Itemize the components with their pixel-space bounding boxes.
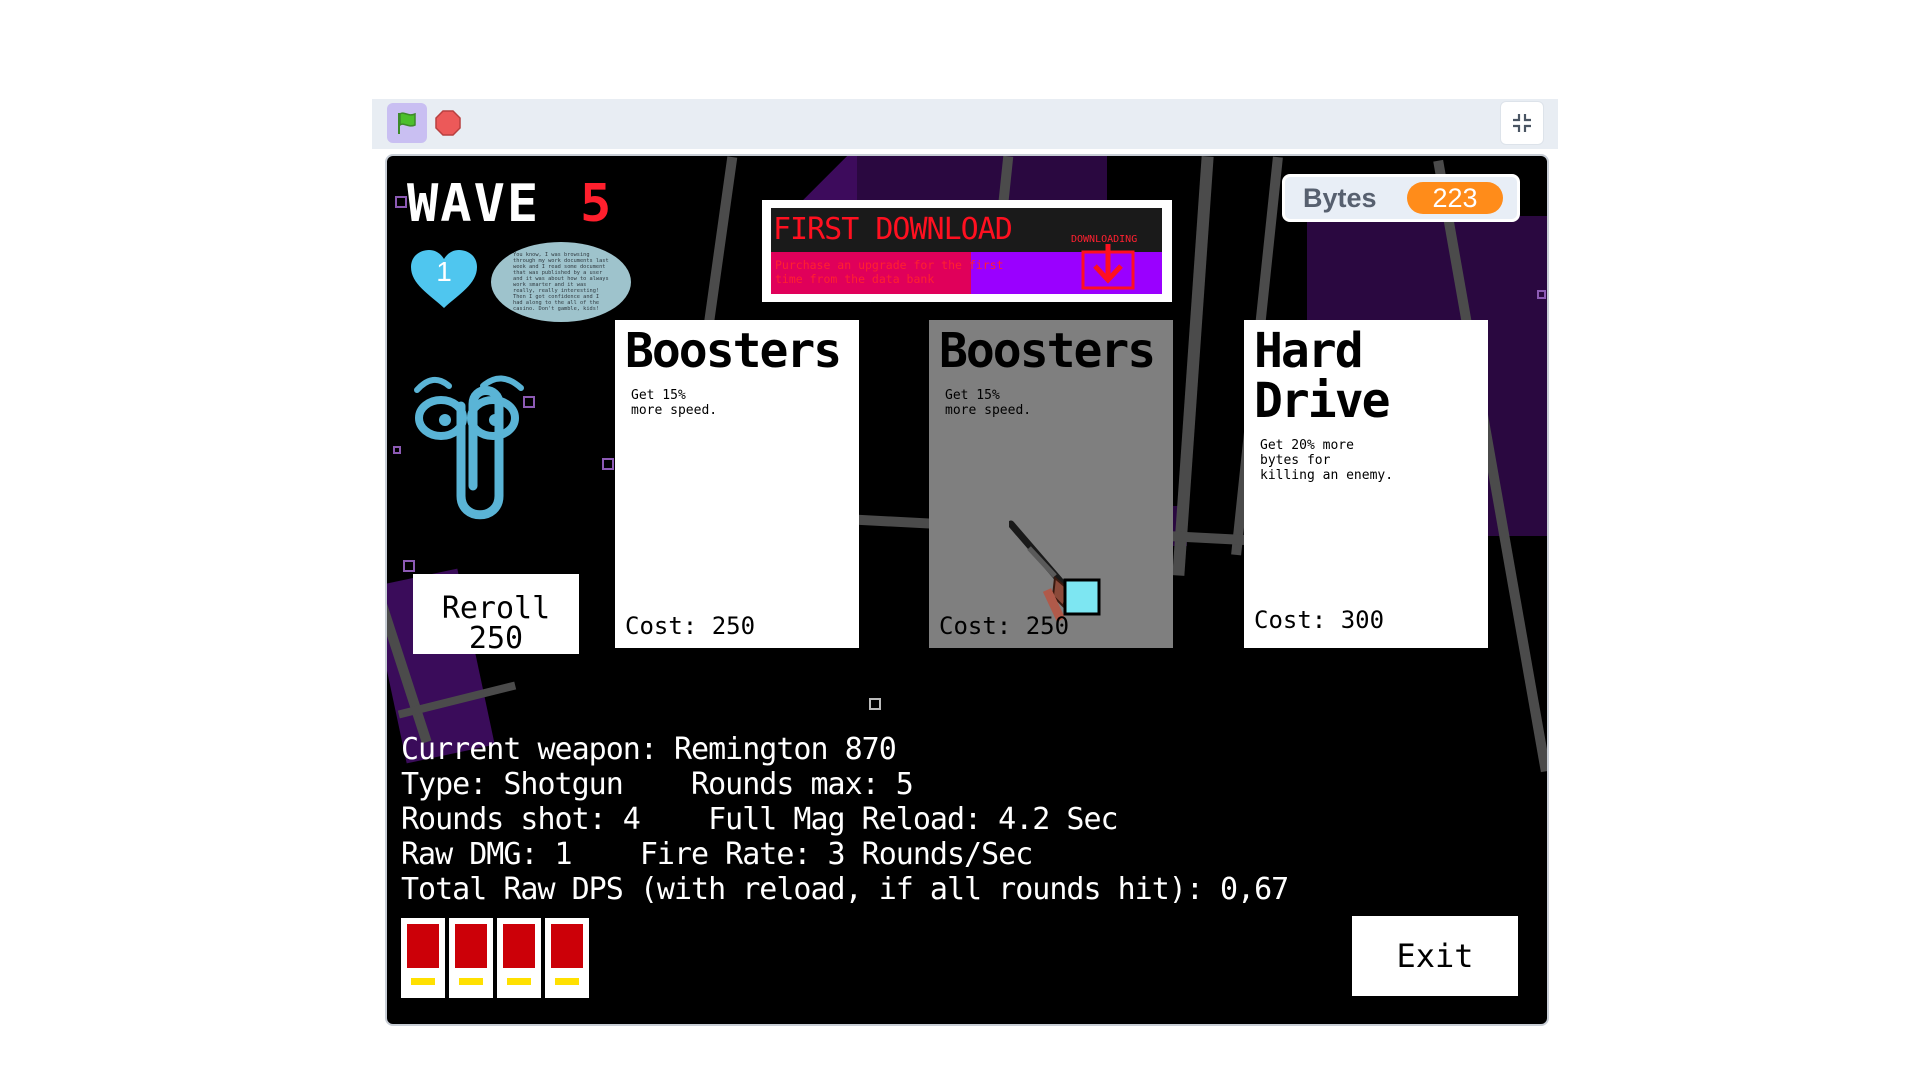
card-title: Boosters xyxy=(625,323,842,379)
reroll-cost: 250 xyxy=(468,621,524,654)
card-description: Get 15% more speed. xyxy=(631,388,718,418)
stat-line-dps: Total Raw DPS (with reload, if all round… xyxy=(401,872,1289,907)
bytes-counter: Bytes 223 xyxy=(1282,174,1520,222)
reroll-button[interactable]: Reroll 250 xyxy=(413,574,579,654)
exit-fullscreen-button[interactable] xyxy=(1500,101,1544,145)
ammo-shell xyxy=(497,918,541,998)
stage-toolbar xyxy=(372,99,1558,149)
banner-title: FIRST DOWNLOAD xyxy=(773,212,1013,247)
stat-line-rounds: Rounds shot: 4 Full Mag Reload: 4.2 Sec xyxy=(401,802,1119,837)
particle xyxy=(403,560,415,572)
particle xyxy=(869,698,881,710)
green-flag-icon xyxy=(398,112,416,134)
exit-fullscreen-icon xyxy=(1513,114,1531,132)
particle xyxy=(1537,290,1546,299)
card-description: Get 15% more speed. xyxy=(945,388,1032,418)
card-cost: Cost: 250 xyxy=(625,612,756,640)
particle xyxy=(395,196,407,208)
wave-label: WAVE xyxy=(407,174,541,234)
card-title: Boosters xyxy=(939,323,1156,379)
reroll-label: Reroll xyxy=(441,591,551,626)
stat-line-type: Type: Shotgun Rounds max: 5 xyxy=(401,767,914,802)
background-bar xyxy=(1172,156,1214,576)
game-stage[interactable]: WAVE 5 1 You know, I was browsing throug… xyxy=(385,154,1549,1026)
weapon-stats: Current weapon: Remington 870 Type: Shotg… xyxy=(401,732,1289,907)
exit-button[interactable]: Exit xyxy=(1352,916,1518,996)
wave-number: 5 xyxy=(580,174,612,234)
speech-bubble: You know, I was browsing through my work… xyxy=(491,242,631,322)
download-arrow-icon xyxy=(1081,244,1135,290)
upgrade-card-3[interactable]: Hard Drive Get 20% more bytes for killin… xyxy=(1244,320,1488,648)
card-title: Hard Drive xyxy=(1254,323,1390,429)
bytes-value: 223 xyxy=(1407,182,1503,214)
stat-line-weapon: Current weapon: Remington 870 xyxy=(401,732,897,767)
card-cost: Cost: 250 xyxy=(939,612,1070,640)
ammo-shell xyxy=(449,918,493,998)
particle xyxy=(393,446,401,454)
stat-line-damage: Raw DMG: 1 Fire Rate: 3 Rounds/Sec xyxy=(401,837,1033,872)
card-description: Get 20% more bytes for killing an enemy. xyxy=(1260,438,1394,483)
ammo-shell xyxy=(401,918,445,998)
banner-description: Purchase an upgrade for the first time f… xyxy=(775,258,1004,286)
stop-icon xyxy=(435,110,461,136)
bytes-label: Bytes xyxy=(1303,183,1377,213)
card-cost: Cost: 300 xyxy=(1254,606,1385,634)
upgrade-card-2[interactable]: Boosters Get 15% more speed. Cost: 250 xyxy=(929,320,1173,648)
particle xyxy=(602,458,614,470)
upgrade-card-1[interactable]: Boosters Get 15% more speed. Cost: 250 xyxy=(615,320,859,648)
green-flag-button[interactable] xyxy=(387,103,427,143)
ammo-shell xyxy=(545,918,589,998)
lives-count: 1 xyxy=(436,256,452,287)
paperclip-assistant-icon xyxy=(414,375,524,520)
achievement-banner-body: FIRST DOWNLOAD Purchase an upgrade for t… xyxy=(771,208,1162,294)
stop-button[interactable] xyxy=(428,103,468,143)
